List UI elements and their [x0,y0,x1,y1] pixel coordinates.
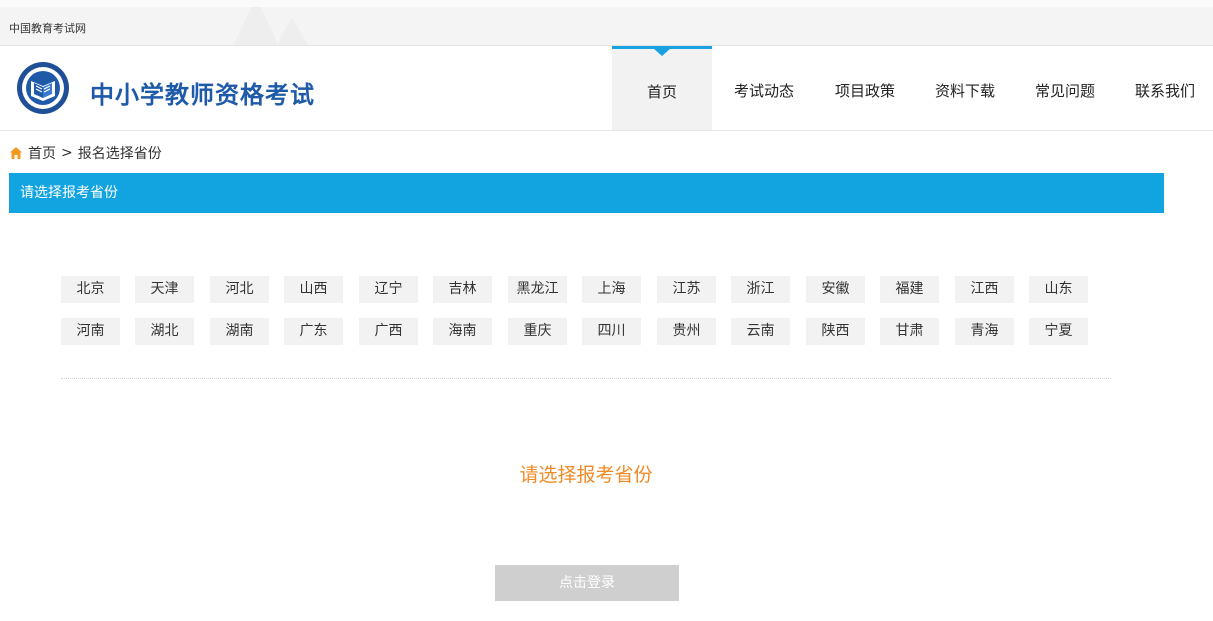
emblem-logo-icon[interactable] [16,61,70,115]
section-title-bar: 请选择报考省份 [9,173,1164,213]
province-button[interactable]: 陕西 [806,318,865,345]
nav-label: 联系我们 [1134,82,1195,100]
province-button[interactable]: 上海 [582,276,641,303]
login-button[interactable]: 点击登录 [495,565,679,601]
province-button[interactable]: 天津 [135,276,194,303]
province-button[interactable]: 福建 [880,276,939,303]
province-button[interactable]: 贵州 [657,318,716,345]
province-button[interactable]: 辽宁 [359,276,418,303]
province-button[interactable]: 江苏 [657,276,716,303]
nav-policies[interactable]: 项目政策 [822,46,908,130]
province-button[interactable]: 河南 [61,318,120,345]
province-button[interactable]: 广西 [359,318,418,345]
nav-label: 常见问题 [1034,82,1095,100]
province-button[interactable]: 湖南 [210,318,269,345]
province-button[interactable]: 云南 [731,318,790,345]
topbar-site-link[interactable]: 中国教育考试网 [9,20,86,36]
province-button[interactable]: 湖北 [135,318,194,345]
province-button[interactable]: 北京 [61,276,120,303]
province-button[interactable]: 安徽 [806,276,865,303]
nav-exam-news[interactable]: 考试动态 [721,46,807,130]
breadcrumb: 首页 > 报名选择省份 [9,143,162,163]
province-button[interactable]: 江西 [955,276,1014,303]
province-button[interactable]: 甘肃 [880,318,939,345]
province-button[interactable]: 山西 [284,276,343,303]
province-button[interactable]: 重庆 [508,318,567,345]
province-button[interactable]: 宁夏 [1029,318,1088,345]
select-province-prompt: 请选择报考省份 [519,464,653,486]
province-button[interactable]: 吉林 [433,276,492,303]
province-button[interactable]: 黑龙江 [508,276,567,303]
nav-label: 首页 [646,83,677,101]
breadcrumb-current: 报名选择省份 [77,146,162,162]
nav-label: 资料下载 [934,82,995,100]
nav-home[interactable]: 首页 [612,46,712,130]
breadcrumb-separator: > [61,145,73,161]
divider [61,378,1111,379]
nav-label: 考试动态 [733,82,794,100]
site-title[interactable]: 中小学教师资格考试 [90,75,315,110]
province-button[interactable]: 浙江 [731,276,790,303]
province-button[interactable]: 广东 [284,318,343,345]
home-icon [10,147,22,159]
nav-downloads[interactable]: 资料下载 [922,46,1008,130]
province-button[interactable]: 海南 [433,318,492,345]
province-button[interactable]: 青海 [955,318,1014,345]
nav-faq[interactable]: 常见问题 [1022,46,1108,130]
section-title: 请选择报考省份 [20,185,118,201]
header: 中小学教师资格考试 首页 考试动态 项目政策 资料下载 常见问题 联系我们 [0,46,1213,131]
breadcrumb-home-link[interactable]: 首页 [28,143,56,163]
province-button[interactable]: 四川 [582,318,641,345]
nav-label: 项目政策 [834,82,895,100]
top-bar: 中国教育考试网 [0,0,1213,46]
nav-contact[interactable]: 联系我们 [1122,46,1208,130]
province-button[interactable]: 河北 [210,276,269,303]
province-button[interactable]: 山东 [1029,276,1088,303]
decorative-shape [270,17,314,45]
active-caret-icon [653,48,671,56]
